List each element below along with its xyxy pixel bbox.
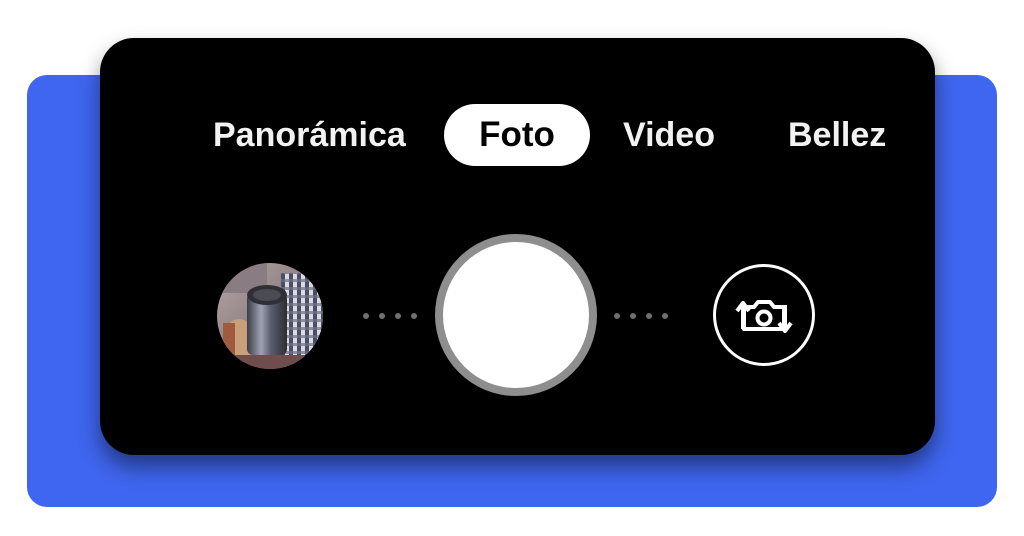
switch-camera-icon [735,300,793,333]
mode-tab-panoramica[interactable]: Panorámica [213,104,406,166]
mode-tab-foto[interactable]: Foto [444,104,590,166]
gallery-thumbnail-image [217,263,323,369]
dots-right-divider [614,313,668,319]
dots-left-divider [363,313,417,319]
shutter-button[interactable] [435,234,597,396]
mode-tab-video[interactable]: Video [623,104,715,166]
camera-controls-panel: Panorámica Foto Video Bellez [100,38,935,455]
shutter-button-inner [443,242,589,388]
mode-tab-belleza[interactable]: Bellez [788,104,886,166]
gallery-thumbnail[interactable] [217,263,323,369]
switch-camera-button[interactable] [713,264,815,366]
